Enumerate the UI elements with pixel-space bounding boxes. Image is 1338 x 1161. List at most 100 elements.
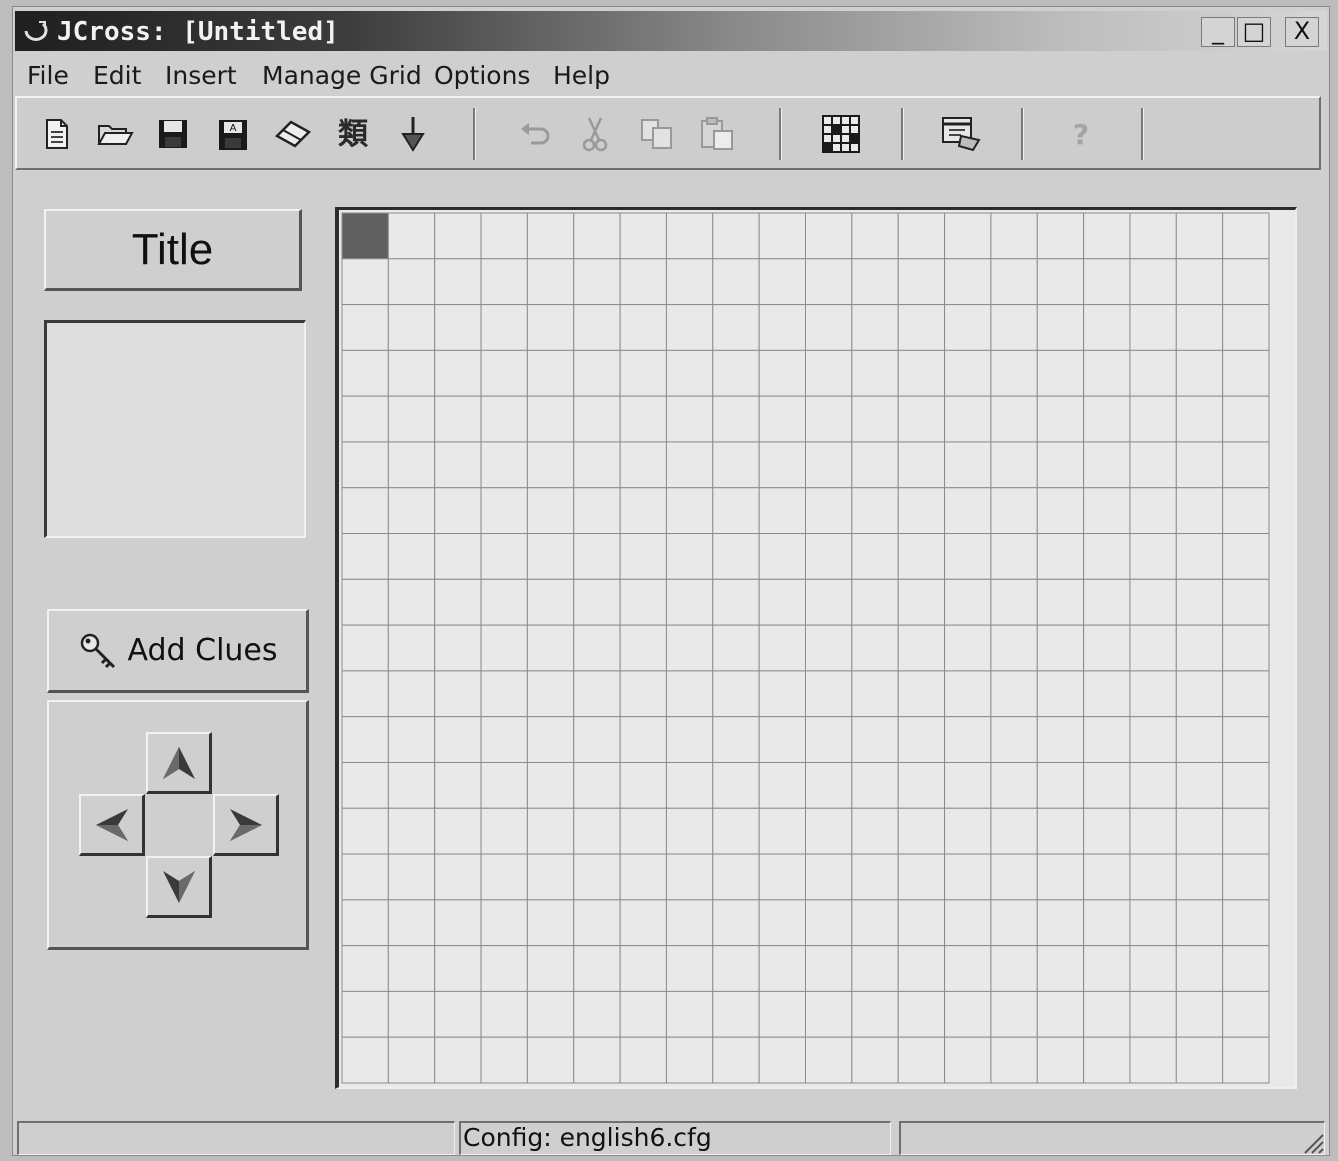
grid-canvas[interactable]	[339, 210, 1295, 1087]
grid-cell[interactable]	[341, 899, 389, 947]
grid-cell[interactable]	[1175, 212, 1224, 260]
grid-cell[interactable]	[944, 899, 992, 947]
grid-cell[interactable]	[619, 212, 667, 260]
grid-cell[interactable]	[1175, 853, 1224, 901]
grid-cell[interactable]	[990, 212, 1038, 260]
grid-cell[interactable]	[1129, 441, 1177, 489]
maximize-button[interactable]: □	[1237, 17, 1271, 47]
grid-cell[interactable]	[1083, 441, 1131, 489]
grid-cell[interactable]	[851, 1036, 899, 1084]
grid-cell[interactable]	[619, 716, 667, 763]
grid-cell[interactable]	[1175, 990, 1224, 1038]
grid-cell[interactable]	[387, 670, 436, 718]
grid-cell[interactable]	[526, 258, 575, 306]
grid-cell[interactable]	[1036, 578, 1085, 626]
title-bar[interactable]: JCross: [Untitled] _ □ X	[15, 11, 1327, 51]
grid-cell[interactable]	[387, 212, 436, 260]
grid-cell[interactable]	[341, 990, 389, 1038]
resize-grip-icon[interactable]	[1301, 1131, 1325, 1155]
grid-cell[interactable]	[990, 258, 1038, 306]
grid-cell[interactable]	[1175, 807, 1224, 855]
undo-icon[interactable]	[513, 112, 557, 156]
grid-cell[interactable]	[573, 624, 621, 672]
grid-cell[interactable]	[990, 853, 1038, 901]
grid-icon[interactable]	[819, 112, 863, 156]
grid-cell[interactable]	[665, 258, 714, 306]
grid-cell[interactable]	[526, 578, 575, 626]
grid-cell[interactable]	[851, 716, 899, 763]
grid-cell[interactable]	[990, 716, 1038, 763]
grid-cell[interactable]	[897, 487, 946, 535]
grid-cell[interactable]	[480, 899, 528, 947]
grid-cell[interactable]	[573, 1036, 621, 1084]
grid-cell[interactable]	[1083, 533, 1131, 580]
grid-cell[interactable]	[805, 899, 853, 947]
grid-cell[interactable]	[434, 304, 482, 351]
grid-cell[interactable]	[805, 304, 853, 351]
grid-cell[interactable]	[387, 807, 436, 855]
grid-cell[interactable]	[712, 761, 760, 809]
grid-cell[interactable]	[387, 441, 436, 489]
grid-cell[interactable]	[434, 395, 482, 443]
grid-cell[interactable]	[944, 578, 992, 626]
grid-cell[interactable]	[1036, 212, 1085, 260]
grid-cell[interactable]	[526, 395, 575, 443]
grid-cell[interactable]	[1175, 716, 1224, 763]
help-icon[interactable]: ?	[1059, 112, 1103, 156]
grid-cell[interactable]	[805, 487, 853, 535]
grid-cell[interactable]	[944, 258, 992, 306]
grid-cell[interactable]	[480, 487, 528, 535]
grid-cell[interactable]	[758, 533, 806, 580]
grid-cell[interactable]	[851, 212, 899, 260]
grid-cell[interactable]	[805, 578, 853, 626]
minimize-button[interactable]: _	[1201, 17, 1235, 47]
grid-cell[interactable]	[1222, 395, 1270, 443]
grid-cell[interactable]	[990, 990, 1038, 1038]
grid-cell[interactable]	[665, 1036, 714, 1084]
grid-cell[interactable]	[665, 487, 714, 535]
grid-cell[interactable]	[758, 899, 806, 947]
menu-insert[interactable]: Insert	[165, 61, 237, 90]
grid-cell[interactable]	[990, 670, 1038, 718]
grid-cell[interactable]	[1175, 395, 1224, 443]
grid-cell[interactable]	[480, 441, 528, 489]
grid-cell[interactable]	[1036, 761, 1085, 809]
grid-cell[interactable]	[758, 670, 806, 718]
font-icon[interactable]: 類	[331, 112, 375, 156]
grid-cell[interactable]	[1222, 258, 1270, 306]
menu-edit[interactable]: Edit	[93, 61, 141, 90]
grid-cell[interactable]	[619, 487, 667, 535]
grid-cell[interactable]	[434, 349, 482, 397]
web-page-icon[interactable]	[939, 112, 983, 156]
grid-cell[interactable]	[480, 945, 528, 992]
grid-cell[interactable]	[1222, 1036, 1270, 1084]
grid-cell[interactable]	[1036, 990, 1085, 1038]
grid-cell[interactable]	[1129, 578, 1177, 626]
grid-cell[interactable]	[573, 349, 621, 397]
grid-cell[interactable]	[1083, 624, 1131, 672]
grid-cell[interactable]	[480, 533, 528, 580]
grid-cell[interactable]	[990, 945, 1038, 992]
grid-cell[interactable]	[434, 761, 482, 809]
grid-cell[interactable]	[1036, 258, 1085, 306]
grid-cell[interactable]	[434, 624, 482, 672]
grid-cell[interactable]	[851, 304, 899, 351]
grid-cell[interactable]	[573, 670, 621, 718]
grid-cell[interactable]	[1129, 212, 1177, 260]
grid-cell[interactable]	[805, 212, 853, 260]
menu-file[interactable]: File	[27, 61, 69, 90]
grid-cell[interactable]	[1036, 304, 1085, 351]
grid-cell[interactable]	[1036, 945, 1085, 992]
grid-cell[interactable]	[1129, 533, 1177, 580]
grid-cell[interactable]	[712, 670, 760, 718]
grid-cell[interactable]	[712, 441, 760, 489]
grid-cell[interactable]	[1083, 578, 1131, 626]
grid-cell[interactable]	[712, 349, 760, 397]
grid-cell[interactable]	[573, 304, 621, 351]
grid-cell[interactable]	[851, 853, 899, 901]
grid-cell[interactable]	[805, 258, 853, 306]
grid-cell[interactable]	[805, 807, 853, 855]
grid-cell[interactable]	[526, 990, 575, 1038]
grid-cell[interactable]	[1036, 487, 1085, 535]
grid-cell[interactable]	[619, 990, 667, 1038]
